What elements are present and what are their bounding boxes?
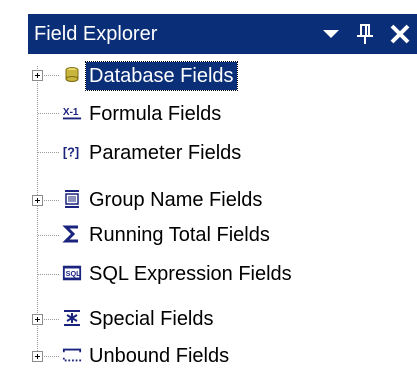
sigma-icon [62, 224, 82, 244]
expand-plus-icon[interactable] [32, 314, 43, 325]
sql-icon: SQL [62, 263, 82, 283]
parameter-icon: [?] [62, 142, 82, 162]
tree-item-label[interactable]: Formula Fields [86, 100, 224, 128]
special-fields-icon [62, 308, 82, 328]
expand-plus-icon[interactable] [32, 70, 43, 81]
expand-plus-icon[interactable] [32, 351, 43, 362]
field-tree: Database Fields X-1 Formula Fields [?] P… [28, 56, 417, 385]
panel-title: Field Explorer [34, 23, 158, 45]
tree-item-formula-fields[interactable]: X-1 Formula Fields [28, 96, 417, 132]
close-button[interactable] [384, 14, 416, 54]
tree-item-database-fields[interactable]: Database Fields [28, 58, 417, 94]
tree-item-unbound-fields[interactable]: Unbound Fields [28, 338, 417, 374]
tree-item-running-total-fields[interactable]: Running Total Fields [28, 217, 417, 253]
close-icon [390, 24, 410, 44]
pin-icon [357, 24, 373, 44]
svg-text:[?]: [?] [63, 145, 79, 160]
dropdown-button[interactable] [316, 14, 346, 54]
group-name-icon [62, 189, 82, 209]
database-icon [62, 65, 82, 85]
unbound-icon [62, 345, 82, 365]
tree-item-sql-expression-fields[interactable]: SQL SQL Expression Fields [28, 256, 417, 292]
tree-item-label[interactable]: Parameter Fields [86, 139, 244, 167]
title-bar: Field Explorer [28, 14, 417, 54]
svg-text:X-1: X-1 [63, 107, 79, 118]
tree-item-label[interactable]: Group Name Fields [86, 186, 265, 214]
chevron-down-icon [323, 30, 339, 38]
field-explorer-panel: Field Explorer Database Fields X-1 Formu… [0, 0, 417, 385]
tree-item-parameter-fields[interactable]: [?] Parameter Fields [28, 135, 417, 171]
formula-icon: X-1 [62, 103, 82, 123]
tree-item-label[interactable]: SQL Expression Fields [86, 260, 295, 288]
tree-item-label[interactable]: Unbound Fields [86, 342, 232, 370]
svg-text:SQL: SQL [66, 269, 81, 278]
tree-item-label[interactable]: Database Fields [85, 61, 238, 91]
tree-item-special-fields[interactable]: Special Fields [28, 301, 417, 337]
tree-item-label[interactable]: Special Fields [86, 305, 217, 333]
tree-item-group-name-fields[interactable]: Group Name Fields [28, 182, 417, 218]
tree-item-label[interactable]: Running Total Fields [86, 221, 273, 249]
expand-plus-icon[interactable] [32, 195, 43, 206]
pin-button[interactable] [350, 14, 380, 54]
